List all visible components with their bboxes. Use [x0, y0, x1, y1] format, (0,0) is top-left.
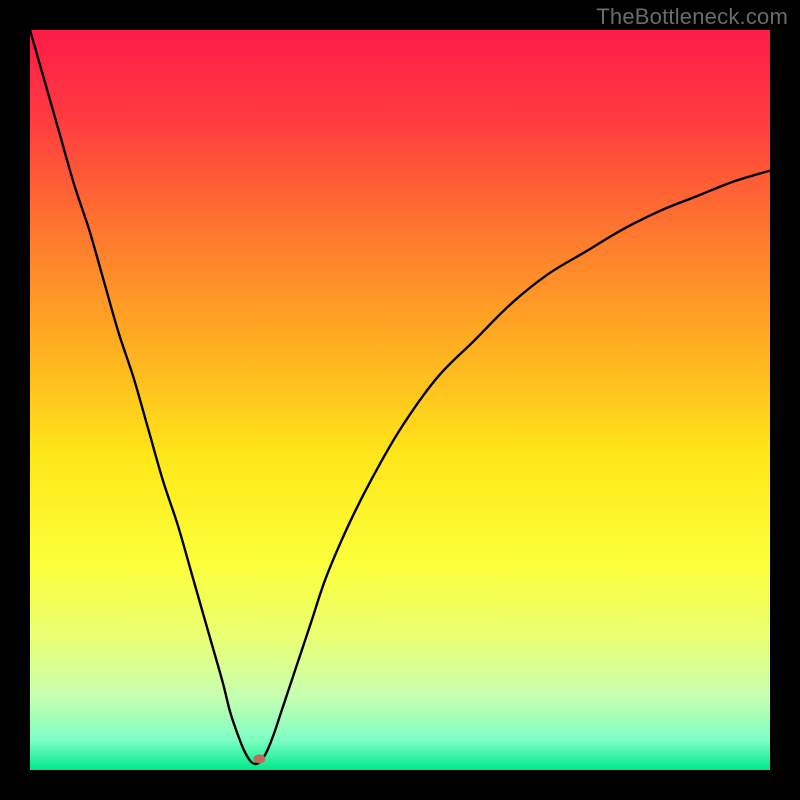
plot-area: [30, 30, 770, 770]
chart-svg: [30, 30, 770, 770]
watermark-text: TheBottleneck.com: [596, 4, 788, 30]
chart-frame: TheBottleneck.com: [0, 0, 800, 800]
minimum-marker: [253, 754, 265, 763]
